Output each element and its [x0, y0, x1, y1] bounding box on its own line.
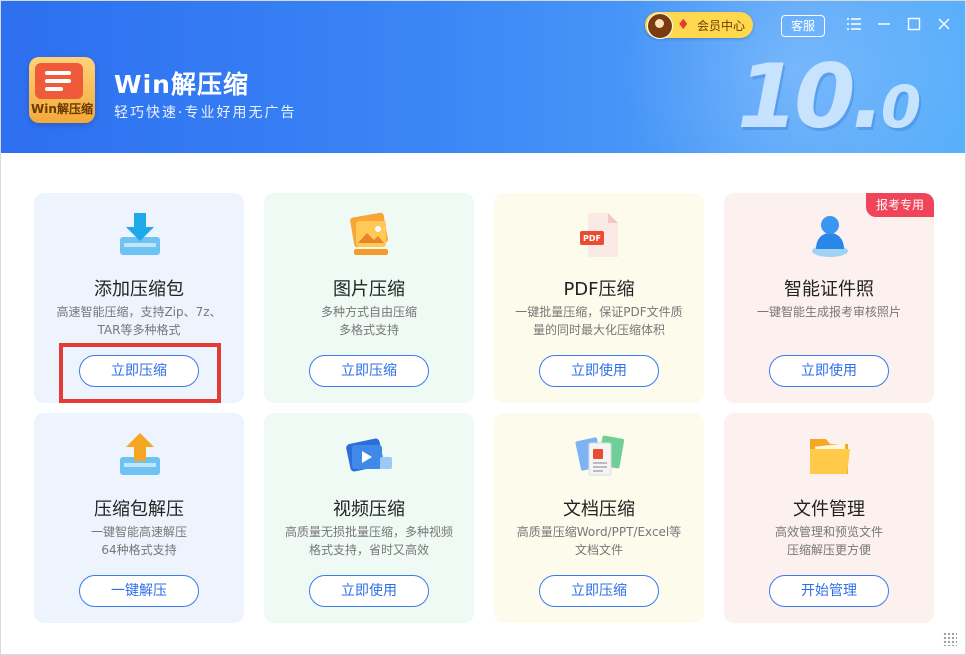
use-now-button[interactable]: 立即使用	[309, 575, 429, 607]
logo-document-icon	[35, 63, 83, 99]
version-major: 10.	[737, 45, 885, 148]
extract-button[interactable]: 一键解压	[79, 575, 199, 607]
pdf-icon: PDF	[574, 209, 626, 261]
avatar	[647, 13, 673, 39]
card-video-compress: 视频压缩 高质量无损批量压缩，多种视频 格式支持，省时又高效 立即使用	[264, 413, 474, 623]
archive-download-icon	[114, 209, 166, 261]
card-description: 高速智能压缩，支持Zip、7z、 TAR等多种格式	[56, 305, 222, 337]
resize-grip-icon[interactable]	[943, 632, 957, 646]
image-compress-icon	[344, 209, 396, 261]
exam-badge: 报考专用	[866, 193, 934, 217]
card-description: 高质量压缩Word/PPT/Excel等 文档文件	[516, 525, 682, 557]
app-logo: Win解压缩	[29, 57, 95, 123]
menu-icon[interactable]	[843, 13, 865, 35]
version-number: 10.0	[737, 53, 921, 141]
card-description: 多种方式自由压缩 多格式支持	[320, 305, 417, 337]
card-title: 智能证件照	[784, 279, 874, 300]
minimize-icon[interactable]	[873, 13, 895, 35]
highlight-box	[59, 343, 221, 403]
app-window: Win解压缩 Win解压缩 轻巧快速·专业好用无广告 10.0 ♦ 会员中心 客…	[0, 0, 966, 655]
svg-text:PDF: PDF	[583, 234, 601, 243]
use-now-button[interactable]: 立即使用	[769, 355, 889, 387]
card-title: 压缩包解压	[94, 499, 184, 520]
card-extract-archive: 压缩包解压 一键智能高速解压 64种格式支持 一键解压	[34, 413, 244, 623]
card-image-compress: 图片压缩 多种方式自由压缩 多格式支持 立即压缩	[264, 193, 474, 403]
video-compress-icon	[344, 429, 396, 481]
vip-label: 会员中心	[697, 19, 746, 33]
diamond-icon: ♦	[677, 17, 690, 33]
maximize-icon[interactable]	[903, 13, 925, 35]
card-description: 一键智能生成报考审核照片	[756, 305, 901, 319]
app-title: Win解压缩	[114, 70, 249, 99]
card-description: 一键批量压缩，保证PDF文件质 量的同时最大化压缩体积	[515, 305, 683, 337]
compress-now-button[interactable]: 立即压缩	[539, 575, 659, 607]
card-file-manager: 文件管理 高效管理和预览文件 压缩解压更方便 开始管理	[724, 413, 934, 623]
card-description: 高质量无损批量压缩，多种视频 格式支持，省时又高效	[284, 525, 453, 557]
card-id-photo: 报考专用 智能证件照 一键智能生成报考审核照片 立即使用	[724, 193, 934, 403]
document-compress-icon	[574, 429, 626, 481]
service-button[interactable]: 客服	[781, 15, 825, 37]
close-icon[interactable]	[933, 13, 955, 35]
card-title: 文档压缩	[563, 499, 635, 520]
card-title: 添加压缩包	[94, 279, 184, 300]
card-pdf-compress: PDF PDF压缩 一键批量压缩，保证PDF文件质 量的同时最大化压缩体积 立即使…	[494, 193, 704, 403]
card-title: 文件管理	[793, 499, 865, 520]
version-minor: 0	[880, 73, 921, 141]
card-title: 图片压缩	[333, 279, 405, 300]
app-subtitle: 轻巧快速·专业好用无广告	[114, 105, 297, 121]
use-now-button[interactable]: 立即使用	[539, 355, 659, 387]
vip-center-button[interactable]: ♦ 会员中心	[645, 12, 753, 39]
card-title: PDF压缩	[563, 279, 635, 300]
app-header: Win解压缩 Win解压缩 轻巧快速·专业好用无广告 10.0 ♦ 会员中心 客…	[1, 1, 965, 153]
logo-text: Win解压缩	[31, 102, 93, 116]
card-title: 视频压缩	[333, 499, 405, 520]
card-description: 高效管理和预览文件 压缩解压更方便	[774, 525, 883, 557]
folder-icon	[804, 429, 856, 481]
archive-extract-icon	[114, 429, 166, 481]
compress-now-button[interactable]: 立即压缩	[309, 355, 429, 387]
start-manage-button[interactable]: 开始管理	[769, 575, 889, 607]
card-document-compress: 文档压缩 高质量压缩Word/PPT/Excel等 文档文件 立即压缩	[494, 413, 704, 623]
card-description: 一键智能高速解压 64种格式支持	[90, 525, 187, 557]
id-photo-icon	[804, 209, 856, 261]
